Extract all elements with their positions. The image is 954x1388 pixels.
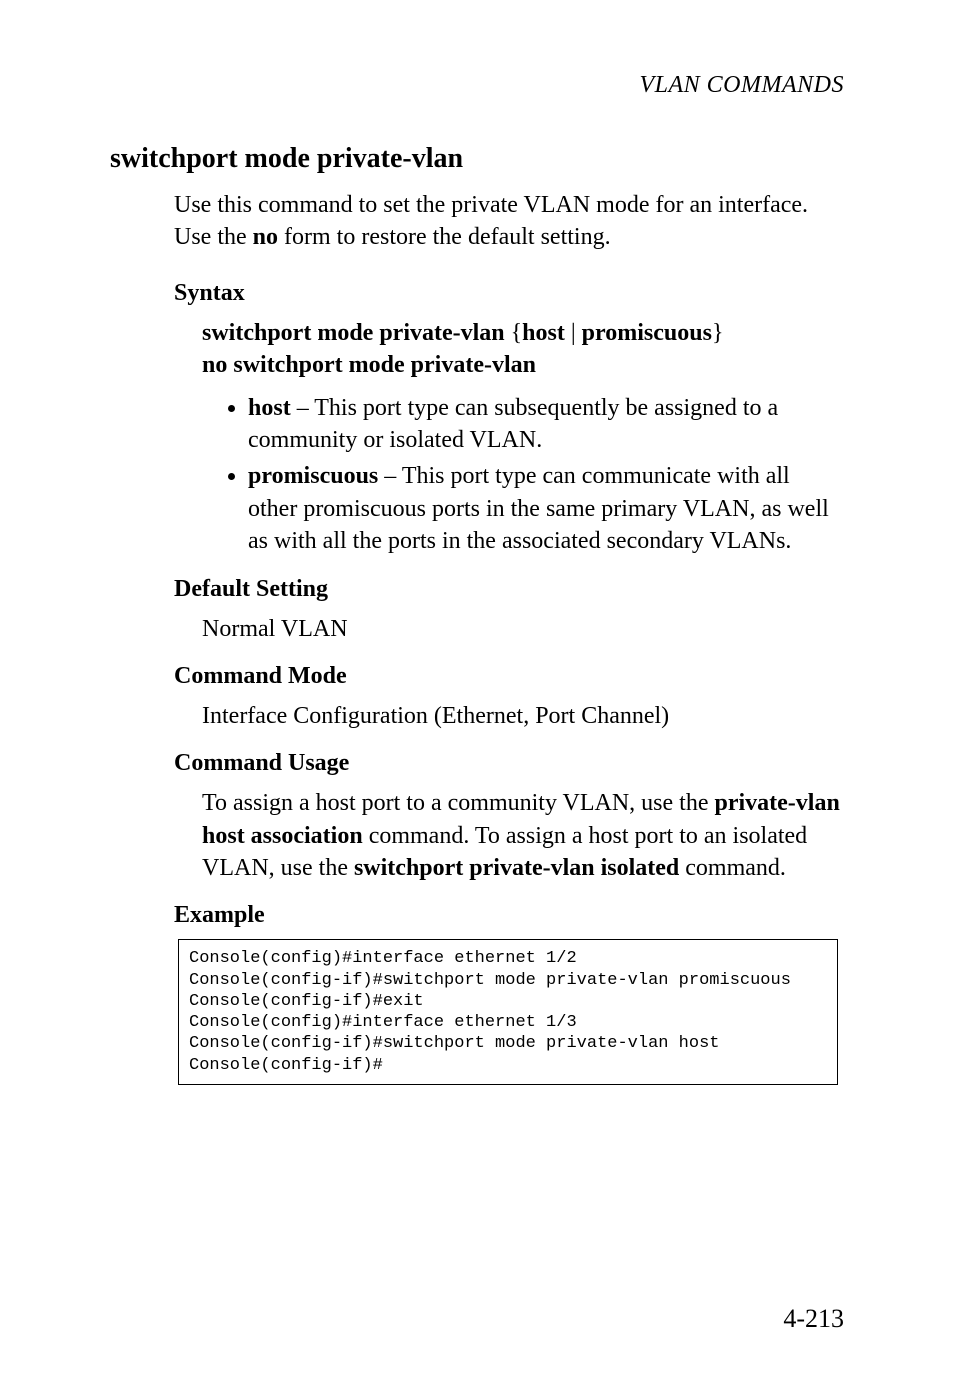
syntax-param-list: host – This port type can subsequently b… bbox=[248, 392, 844, 558]
syntax-label: Syntax bbox=[174, 280, 844, 307]
syntax-line1-host: host bbox=[522, 320, 565, 346]
default-setting-text: Normal VLAN bbox=[202, 613, 844, 645]
command-mode-text: Interface Configuration (Ethernet, Port … bbox=[202, 700, 844, 732]
command-mode-label: Command Mode bbox=[174, 663, 844, 690]
default-setting-label: Default Setting bbox=[174, 576, 844, 603]
intro-text-after: form to restore the default setting. bbox=[278, 224, 611, 250]
param-text-host: – This port type can subsequently be ass… bbox=[248, 395, 778, 453]
syntax-line1-sep: | bbox=[565, 320, 582, 346]
param-keyword-host: host bbox=[248, 395, 291, 421]
list-item: promiscuous – This port type can communi… bbox=[248, 460, 844, 557]
command-usage-text: To assign a host port to a community VLA… bbox=[202, 787, 844, 884]
example-code-box: Console(config)#interface ethernet 1/2 C… bbox=[178, 939, 838, 1085]
page: VLAN COMMANDS switchport mode private-vl… bbox=[0, 0, 954, 1388]
param-keyword-promiscuous: promiscuous bbox=[248, 463, 378, 489]
command-title: switchport mode private-vlan bbox=[110, 143, 844, 175]
syntax-lines: switchport mode private-vlan {host | pro… bbox=[202, 317, 844, 382]
intro-paragraph: Use this command to set the private VLAN… bbox=[174, 189, 844, 254]
syntax-line1-promiscuous: promiscuous bbox=[582, 320, 712, 346]
example-label: Example bbox=[174, 902, 844, 929]
usage-post: command. bbox=[679, 855, 786, 881]
intro-no-keyword: no bbox=[253, 224, 278, 250]
running-head: VLAN COMMANDS bbox=[110, 72, 844, 99]
usage-pre1: To assign a host port to a community VLA… bbox=[202, 790, 714, 816]
syntax-line2: no switchport mode private-vlan bbox=[202, 352, 536, 378]
usage-b2: switchport private-vlan isolated bbox=[354, 855, 679, 881]
command-usage-label: Command Usage bbox=[174, 750, 844, 777]
running-head-text: VLAN COMMANDS bbox=[640, 72, 845, 98]
page-number: 4-213 bbox=[783, 1304, 844, 1334]
list-item: host – This port type can subsequently b… bbox=[248, 392, 844, 457]
syntax-line1-cmd: switchport mode private-vlan bbox=[202, 320, 505, 346]
syntax-line1-openbrace: { bbox=[505, 320, 523, 346]
syntax-line1-closebrace: } bbox=[712, 320, 724, 346]
